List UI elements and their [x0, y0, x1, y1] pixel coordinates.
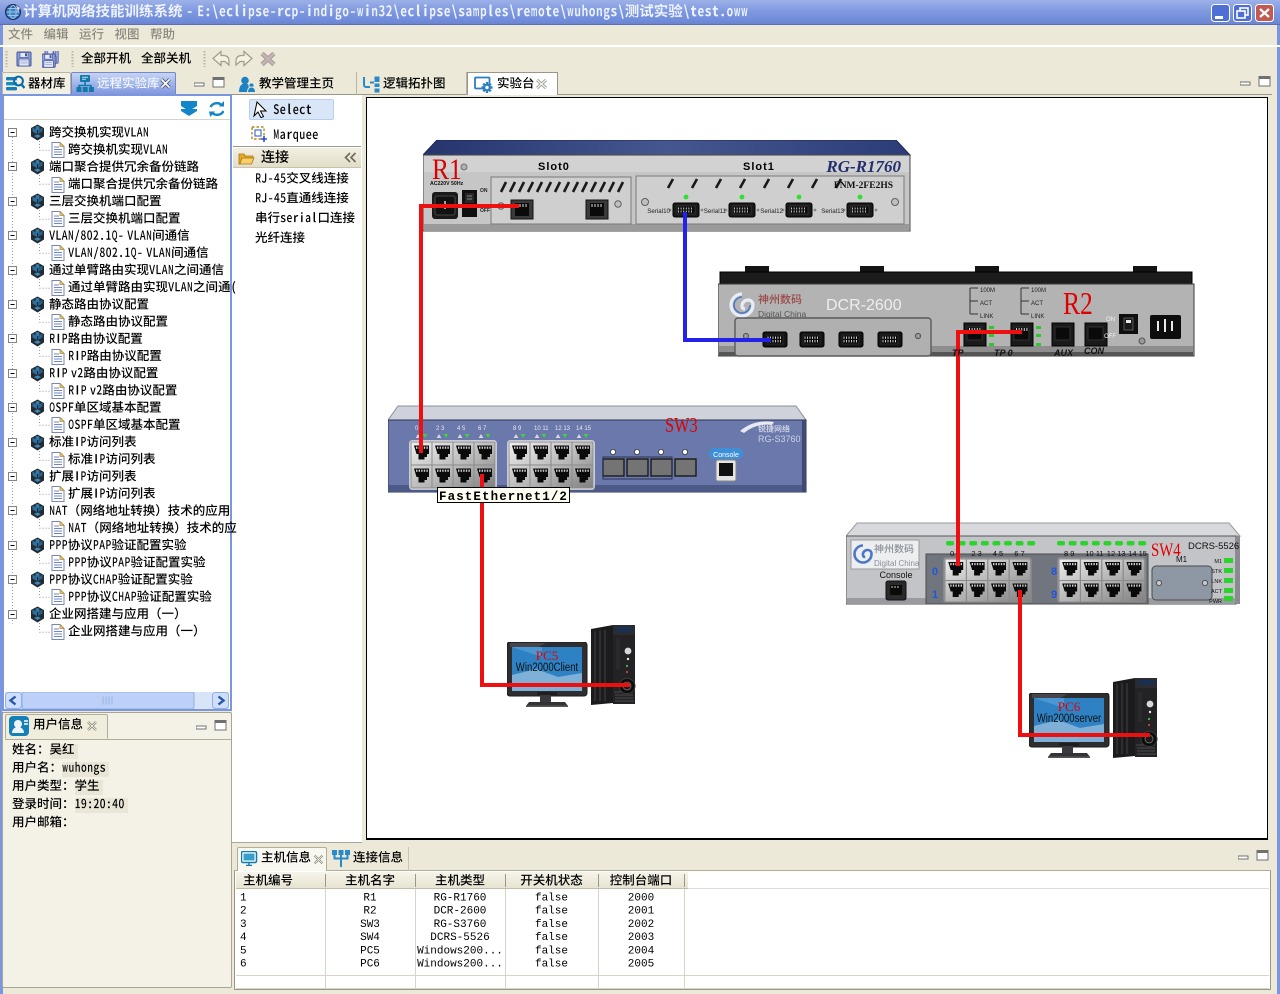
svg-text:14 15: 14 15 — [576, 426, 592, 432]
svg-text:12 13: 12 13 — [555, 426, 571, 432]
svg-text:2 3: 2 3 — [436, 426, 445, 432]
svg-text:4 5: 4 5 — [457, 426, 466, 432]
svg-text:6 7: 6 7 — [478, 426, 487, 432]
svg-text:8 9: 8 9 — [513, 426, 522, 432]
svg-text:10 11: 10 11 — [534, 426, 549, 432]
